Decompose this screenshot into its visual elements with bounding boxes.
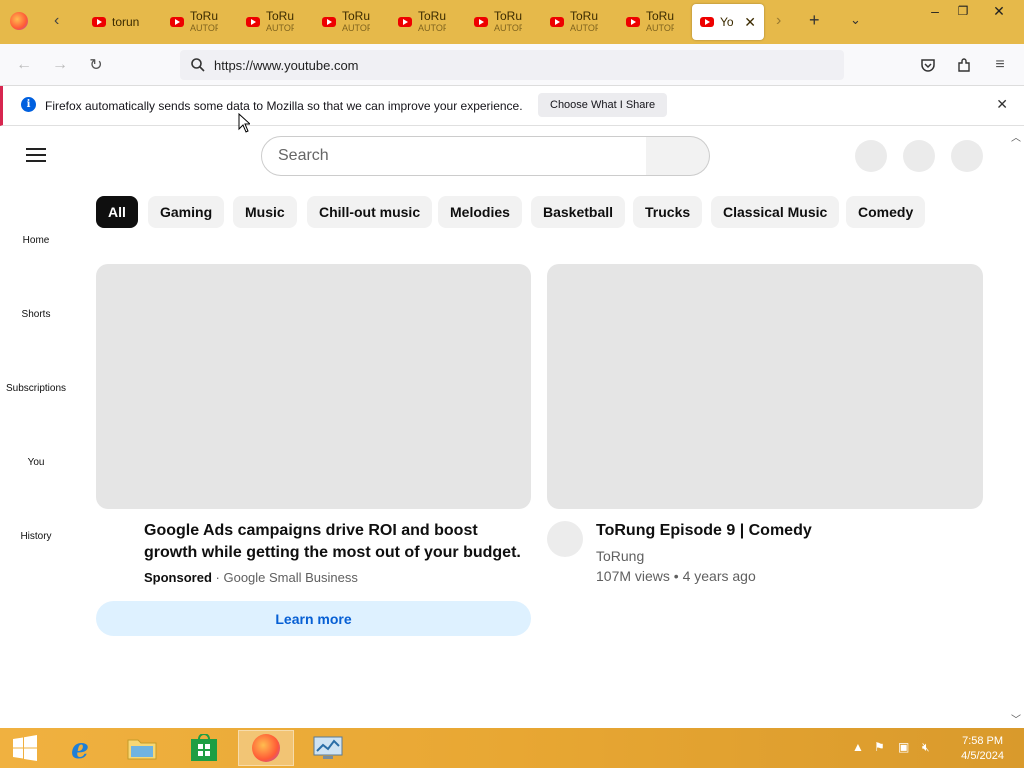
back-icon[interactable]: ← <box>12 54 36 76</box>
minimize-icon[interactable]: – <box>920 0 950 22</box>
restore-icon[interactable]: ❐ <box>948 0 978 22</box>
chip-comedy[interactable]: Comedy <box>846 196 926 228</box>
app-taskbar[interactable] <box>300 730 356 766</box>
youtube-icon <box>550 17 564 27</box>
tab[interactable]: ToRunAUTOP <box>162 4 232 40</box>
url-bar[interactable]: https://www.youtube.com <box>180 50 844 80</box>
volume-muted-icon[interactable]: 🔇︎ <box>922 740 930 755</box>
sidebar-item-home[interactable]: Home <box>0 235 72 246</box>
forward-icon[interactable]: → <box>48 54 72 76</box>
show-hidden-icons-icon[interactable]: ▲ <box>852 740 864 754</box>
video-stats: 107M views • 4 years ago <box>596 568 756 584</box>
flag-icon[interactable]: ⚑ <box>874 740 885 754</box>
tab[interactable]: ToRunAUTOP <box>314 4 384 40</box>
ad-meta: Sponsored · Google Small Business <box>144 570 358 585</box>
youtube-icon <box>92 17 106 27</box>
tab-strip: ‹ torun ToRunAUTOP ToRunAUTOP ToRunAUTOP… <box>0 0 1024 44</box>
clock-time: 7:58 PM <box>962 735 1004 747</box>
tab[interactable]: torun <box>84 4 154 40</box>
pocket-icon[interactable] <box>916 54 940 76</box>
search-button[interactable] <box>646 136 710 176</box>
youtube-icon <box>626 17 640 27</box>
store-taskbar[interactable] <box>176 730 232 766</box>
chip-gaming[interactable]: Gaming <box>148 196 225 228</box>
video-thumbnail[interactable] <box>547 264 983 509</box>
chip-basketball[interactable]: Basketball <box>531 196 626 228</box>
sidebar-item-shorts[interactable]: Shorts <box>0 309 72 320</box>
notifications-icon[interactable] <box>903 140 935 172</box>
tab[interactable]: ToRunAUTOP <box>466 4 536 40</box>
close-tab-icon[interactable]: ✕ <box>744 14 756 31</box>
chip-melodies[interactable]: Melodies <box>438 196 522 228</box>
search-icon <box>191 58 205 72</box>
clock-date: 4/5/2024 <box>961 750 1004 762</box>
scroll-down-icon[interactable]: ﹀ <box>1008 711 1024 726</box>
sidebar-item-you[interactable]: You <box>0 457 72 468</box>
file-explorer-taskbar[interactable] <box>114 730 170 766</box>
channel-name[interactable]: ToRung <box>596 548 644 564</box>
page-scrollbar[interactable]: ︿ ﹀ <box>1008 127 1024 728</box>
channel-avatar[interactable] <box>547 521 583 557</box>
ad-title[interactable]: Google Ads campaigns drive ROI and boost… <box>144 520 524 564</box>
youtube-icon <box>170 17 184 27</box>
avatar[interactable] <box>951 140 983 172</box>
youtube-icon <box>246 17 260 27</box>
chip-trucks[interactable]: Trucks <box>633 196 703 228</box>
menu-icon[interactable]: ≡ <box>988 54 1012 76</box>
close-notification-icon[interactable]: ✕ <box>996 96 1008 113</box>
youtube-icon <box>474 17 488 27</box>
search-input[interactable]: Search <box>261 136 647 176</box>
new-tab-icon[interactable]: + <box>809 10 820 31</box>
ad-thumbnail[interactable] <box>96 264 531 509</box>
clock[interactable]: 7:58 PM 4/5/2024 <box>961 734 1004 764</box>
firefox-taskbar[interactable] <box>238 730 294 766</box>
url-text: https://www.youtube.com <box>214 57 359 73</box>
taskbar: e ▲ ⚑ ▣ 🔇︎ 7:58 PM 4/5/2024 <box>0 728 1024 768</box>
advertiser-name[interactable]: Google Small Business <box>223 570 357 585</box>
mouse-cursor-icon <box>238 113 250 133</box>
tab[interactable]: ToRunAUTOP <box>542 4 612 40</box>
internet-explorer-icon: e <box>71 731 89 765</box>
start-button[interactable] <box>0 730 50 766</box>
chevron-right-icon[interactable]: › <box>776 12 781 30</box>
chip-chill-out-music[interactable]: Chill-out music <box>307 196 433 228</box>
video-title[interactable]: ToRung Episode 9 | Comedy <box>596 520 812 542</box>
info-icon: i <box>21 97 36 112</box>
network-icon[interactable]: ▣ <box>898 740 909 754</box>
windows-icon <box>13 735 37 761</box>
firefox-icon <box>252 734 280 762</box>
sponsored-label: Sponsored <box>144 570 212 585</box>
tab[interactable]: ToRunAUTOP <box>238 4 308 40</box>
monitor-chart-icon <box>313 736 343 759</box>
list-tabs-icon[interactable]: ⌄ <box>850 12 861 28</box>
tab-active[interactable]: Yo ✕ <box>692 4 764 40</box>
learn-more-button[interactable]: Learn more <box>96 601 531 636</box>
youtube-icon <box>700 17 714 27</box>
internet-explorer-taskbar[interactable]: e <box>52 730 108 766</box>
chip-music[interactable]: Music <box>233 196 297 228</box>
reload-icon[interactable]: ↻ <box>84 54 108 76</box>
chip-classical-music[interactable]: Classical Music <box>711 196 840 228</box>
notification-message: Firefox automatically sends some data to… <box>45 99 523 113</box>
sidebar-item-subscriptions[interactable]: Subscriptions <box>0 383 72 394</box>
youtube-icon <box>398 17 412 27</box>
scroll-up-icon[interactable]: ︿ <box>1008 129 1024 144</box>
chevron-left-icon[interactable]: ‹ <box>54 12 59 30</box>
folder-icon <box>127 739 157 760</box>
tab[interactable]: ToRunAUTOP <box>618 4 688 40</box>
notification-bar: i Firefox automatically sends some data … <box>0 86 1024 126</box>
firefox-icon[interactable] <box>10 12 28 30</box>
close-window-icon[interactable]: ✕ <box>984 0 1014 22</box>
extensions-icon[interactable] <box>952 54 976 76</box>
hamburger-menu-icon[interactable] <box>24 144 48 166</box>
store-icon <box>191 734 217 761</box>
youtube-icon <box>322 17 336 27</box>
navigation-bar: ← → ↻ https://www.youtube.com ≡ <box>0 44 1024 86</box>
create-icon[interactable] <box>855 140 887 172</box>
chip-all[interactable]: All <box>96 196 138 228</box>
tab[interactable]: ToRunAUTOP <box>390 4 460 40</box>
choose-what-i-share-button[interactable]: Choose What I Share <box>538 93 668 117</box>
sidebar-item-history[interactable]: History <box>0 531 72 542</box>
